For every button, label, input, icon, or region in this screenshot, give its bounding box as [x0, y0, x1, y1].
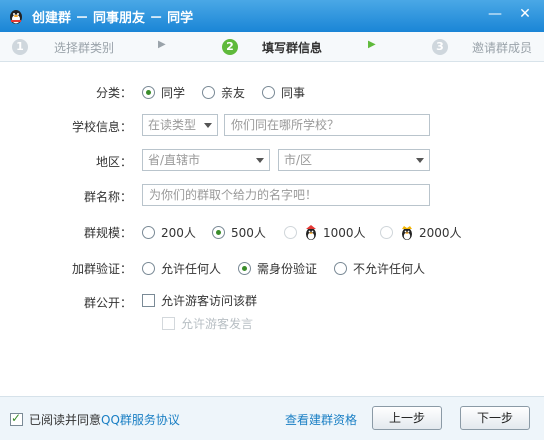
region-row: 地区： 省/直辖市 市/区	[0, 149, 544, 173]
vip-penguin-red-icon	[306, 224, 316, 240]
school-label: 学校信息：	[71, 120, 132, 134]
step-arrow-icon: ▶	[158, 39, 166, 50]
vip-penguin-gold-icon	[402, 225, 412, 240]
chevron-down-icon	[204, 123, 212, 128]
window-title: 创建群 － 同事朋友 － 同学	[32, 11, 194, 26]
agree-checkbox[interactable]: 已阅读并同意 QQ群服务协议	[10, 411, 180, 428]
step-1: 1 选择群类别	[12, 38, 114, 56]
radio-icon	[202, 86, 215, 99]
radio-icon	[142, 262, 155, 275]
checkbox-icon	[10, 411, 23, 426]
size-option-2000[interactable]: 2000人	[380, 224, 462, 241]
category-option-colleague[interactable]: 同事	[262, 84, 305, 101]
school-input[interactable]: 你们同在哪所学校？	[224, 114, 430, 136]
step-arrow-icon: ▶	[368, 39, 376, 50]
step-2: 2 填写群信息	[222, 38, 322, 56]
group-size-row: 群规模： 200人 500人 1000人 2000人	[0, 220, 544, 244]
category-row: 分类： 同学 亲友 同事	[0, 80, 544, 104]
service-agreement-link[interactable]: QQ群服务协议	[101, 411, 180, 428]
allow-visitor-checkbox[interactable]: 允许游客访问该群	[142, 292, 257, 309]
region-label: 地区：	[95, 155, 132, 169]
step-label: 填写群信息	[262, 40, 323, 55]
size-option-200[interactable]: 200人	[142, 224, 196, 241]
group-name-row: 群名称： 为你们的群取个给力的名字吧！	[0, 184, 544, 208]
radio-icon	[238, 262, 251, 275]
radio-icon	[212, 226, 225, 239]
step-label: 邀请群成员	[472, 40, 533, 55]
school-type-select[interactable]: 在读类型	[142, 114, 218, 136]
step-number: 3	[432, 39, 448, 55]
chevron-down-icon	[256, 158, 264, 163]
minimize-button[interactable]: —	[484, 4, 506, 24]
radio-icon	[334, 262, 347, 275]
group-name-input[interactable]: 为你们的群取个给力的名字吧！	[142, 184, 430, 206]
public-row: 群公开： 允许游客访问该群	[0, 290, 544, 314]
title-bar: 创建群 － 同事朋友 － 同学 — ✕	[0, 0, 544, 32]
checkbox-icon	[162, 317, 175, 330]
size-option-500[interactable]: 500人	[212, 224, 266, 241]
verify-option-nobody[interactable]: 不允许任何人	[334, 260, 425, 277]
verify-option-verify[interactable]: 需身份验证	[238, 260, 317, 277]
qq-penguin-icon	[10, 10, 22, 24]
group-size-label: 群规模：	[83, 226, 132, 240]
public-label: 群公开：	[83, 296, 132, 310]
radio-icon	[380, 226, 393, 239]
step-number: 2	[222, 39, 238, 55]
prev-button[interactable]: 上一步	[372, 406, 442, 430]
qualification-link[interactable]: 查看建群资格	[285, 411, 357, 428]
radio-icon	[142, 226, 155, 239]
category-option-classmate[interactable]: 同学	[142, 84, 185, 101]
allow-visitor-speak-checkbox[interactable]: 允许游客发言	[162, 315, 253, 332]
province-select[interactable]: 省/直辖市	[142, 149, 270, 171]
chevron-down-icon	[416, 158, 424, 163]
checkbox-icon	[142, 294, 155, 307]
wizard-steps: 1 选择群类别 ▶ 2 填写群信息 ▶ 3 邀请群成员	[0, 32, 544, 62]
footer-bar: 已阅读并同意 QQ群服务协议 查看建群资格 上一步 下一步	[0, 396, 544, 440]
category-option-family[interactable]: 亲友	[202, 84, 245, 101]
verify-label: 加群验证：	[71, 262, 132, 276]
group-name-label: 群名称：	[83, 190, 132, 204]
category-label: 分类：	[95, 86, 132, 100]
close-button[interactable]: ✕	[514, 4, 536, 24]
step-label: 选择群类别	[54, 40, 115, 55]
school-row: 学校信息： 在读类型 你们同在哪所学校？	[0, 114, 544, 138]
step-3: 3 邀请群成员	[432, 38, 532, 56]
verify-option-anyone[interactable]: 允许任何人	[142, 260, 221, 277]
radio-icon	[262, 86, 275, 99]
next-button[interactable]: 下一步	[460, 406, 530, 430]
step-number: 1	[12, 39, 28, 55]
radio-icon	[284, 226, 297, 239]
verify-row: 加群验证： 允许任何人 需身份验证 不允许任何人	[0, 256, 544, 280]
size-option-1000[interactable]: 1000人	[284, 224, 366, 241]
city-select[interactable]: 市/区	[278, 149, 430, 171]
radio-icon	[142, 86, 155, 99]
